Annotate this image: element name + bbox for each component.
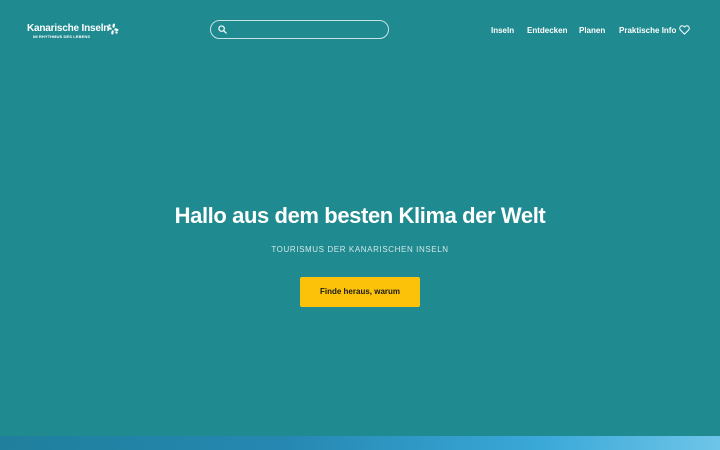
hero-subtitle: TOURISMUS DER KANARISCHEN INSELN [271, 245, 449, 254]
nav-item-planen[interactable]: Planen [579, 26, 605, 36]
site-header: Kanarische Inseln IM RHYTHMUS DES LEBENS… [0, 0, 720, 62]
nav-item-entdecken[interactable]: Entdecken [527, 26, 567, 36]
heart-icon[interactable] [679, 25, 690, 35]
main-nav: Inseln Entdecken Planen Praktische Info [0, 26, 720, 38]
nav-item-praktische-info[interactable]: Praktische Info [619, 26, 676, 36]
hero-title: Hallo aus dem besten Klima der Welt [174, 203, 546, 228]
cta-button[interactable]: Finde heraus, warum [300, 277, 420, 307]
bottom-image-strip [0, 436, 720, 450]
nav-item-inseln[interactable]: Inseln [491, 26, 514, 36]
